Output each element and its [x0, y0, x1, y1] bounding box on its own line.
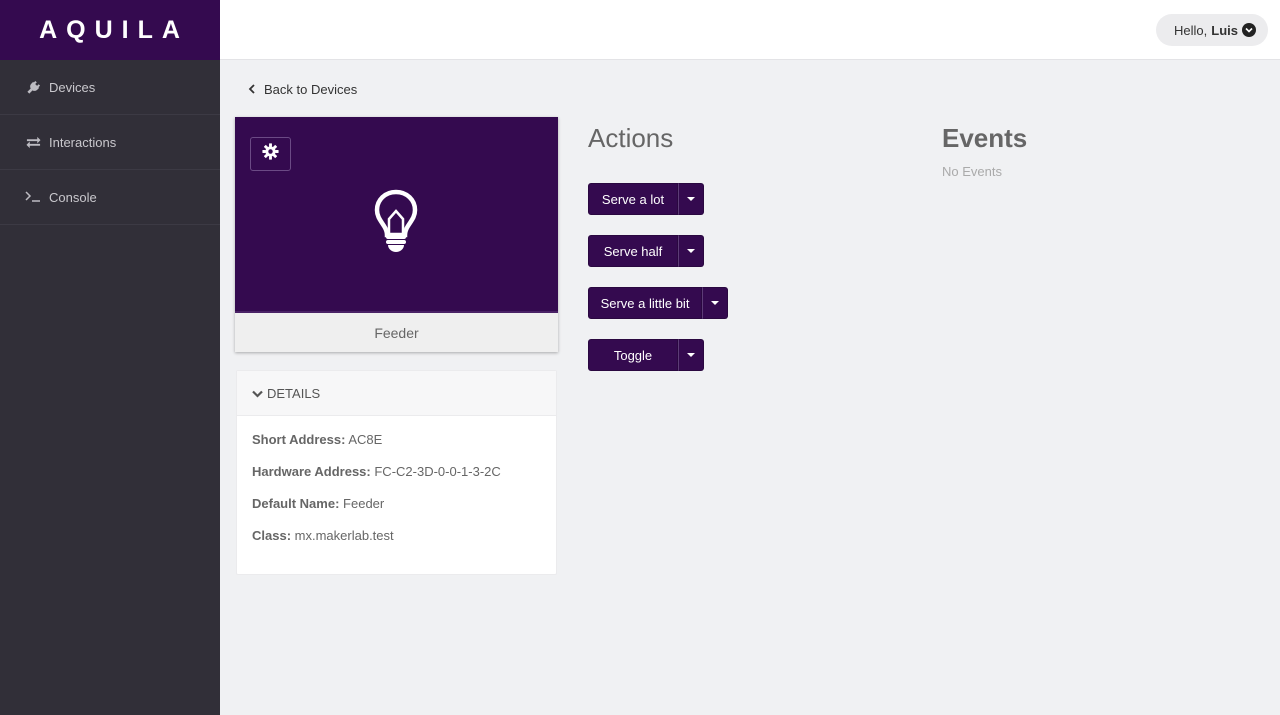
details-panel: DETAILS Short Address: AC8E Hardware Add…	[236, 370, 557, 575]
device-settings-button[interactable]	[250, 137, 291, 171]
caret-down-icon	[687, 197, 695, 201]
logo-bar: AQUILA	[0, 0, 220, 60]
serve-a-lot-button[interactable]: Serve a lot	[588, 183, 678, 215]
username: Luis	[1211, 22, 1238, 38]
detail-key: Default Name:	[252, 496, 340, 511]
greeting-text: Hello,	[1174, 22, 1208, 38]
chevron-down-icon	[252, 386, 263, 401]
sidebar-item-devices[interactable]: Devices	[0, 60, 220, 115]
serve-a-little-bit-dropdown-button[interactable]	[702, 287, 728, 319]
sidebar-item-console[interactable]: Console	[0, 170, 220, 225]
detail-row-short-address: Short Address: AC8E	[252, 432, 541, 464]
device-card-header	[235, 117, 558, 313]
sidebar-item-label: Devices	[49, 79, 96, 95]
detail-value: Feeder	[343, 496, 385, 511]
details-body: Short Address: AC8E Hardware Address: FC…	[237, 416, 556, 560]
device-card: Feeder	[235, 117, 558, 352]
toggle-dropdown-button[interactable]	[678, 339, 704, 371]
sidebar-item-label: Interactions	[49, 134, 117, 150]
detail-row-hardware-address: Hardware Address: FC-C2-3D-0-0-1-3-2C	[252, 464, 541, 496]
serve-a-lot-dropdown-button[interactable]	[678, 183, 704, 215]
sidebar-item-label: Console	[49, 189, 97, 205]
sidebar-item-interactions[interactable]: Interactions	[0, 115, 220, 170]
lightbulb-icon	[373, 189, 419, 258]
detail-value: FC-C2-3D-0-0-1-3-2C	[374, 464, 501, 479]
action-button-group: Serve half	[588, 235, 704, 267]
plug-icon	[25, 79, 41, 95]
caret-down-icon	[711, 301, 719, 305]
events-heading: Events	[942, 123, 1028, 153]
serve-half-dropdown-button[interactable]	[678, 235, 704, 267]
serve-a-little-bit-button[interactable]: Serve a little bit	[588, 287, 702, 319]
caret-down-icon	[687, 249, 695, 253]
detail-row-class: Class: mx.makerlab.test	[252, 528, 541, 560]
detail-key: Hardware Address:	[252, 464, 371, 479]
detail-key: Short Address:	[252, 432, 346, 447]
chevron-down-icon	[1242, 23, 1256, 37]
action-button-group: Toggle	[588, 339, 704, 371]
terminal-icon	[25, 189, 41, 205]
events-empty-text: No Events	[942, 164, 1002, 179]
back-link-label: Back to Devices	[264, 82, 358, 97]
detail-row-default-name: Default Name: Feeder	[252, 496, 541, 528]
back-to-devices-link[interactable]: Back to Devices	[248, 82, 357, 97]
serve-half-button[interactable]: Serve half	[588, 235, 678, 267]
caret-down-icon	[687, 353, 695, 357]
details-heading: DETAILS	[267, 385, 321, 401]
exchange-icon	[25, 134, 41, 150]
detail-value: mx.makerlab.test	[294, 528, 394, 543]
details-toggle[interactable]: DETAILS	[237, 371, 556, 416]
top-bar: Hello, Luis	[220, 0, 1280, 60]
sidebar: AQUILA Devices Interactions Console	[0, 0, 220, 715]
user-menu-button[interactable]: Hello, Luis	[1156, 14, 1268, 46]
gear-icon	[262, 143, 279, 165]
actions-heading: Actions	[588, 123, 674, 153]
chevron-left-icon	[248, 82, 256, 97]
detail-key: Class:	[252, 528, 292, 543]
device-name-label: Feeder	[374, 324, 419, 341]
app-logo[interactable]: AQUILA	[31, 16, 189, 45]
toggle-button[interactable]: Toggle	[588, 339, 678, 371]
action-button-group: Serve a little bit	[588, 287, 728, 319]
action-button-group: Serve a lot	[588, 183, 704, 215]
detail-value: AC8E	[348, 432, 383, 447]
device-name: Feeder	[235, 313, 558, 352]
